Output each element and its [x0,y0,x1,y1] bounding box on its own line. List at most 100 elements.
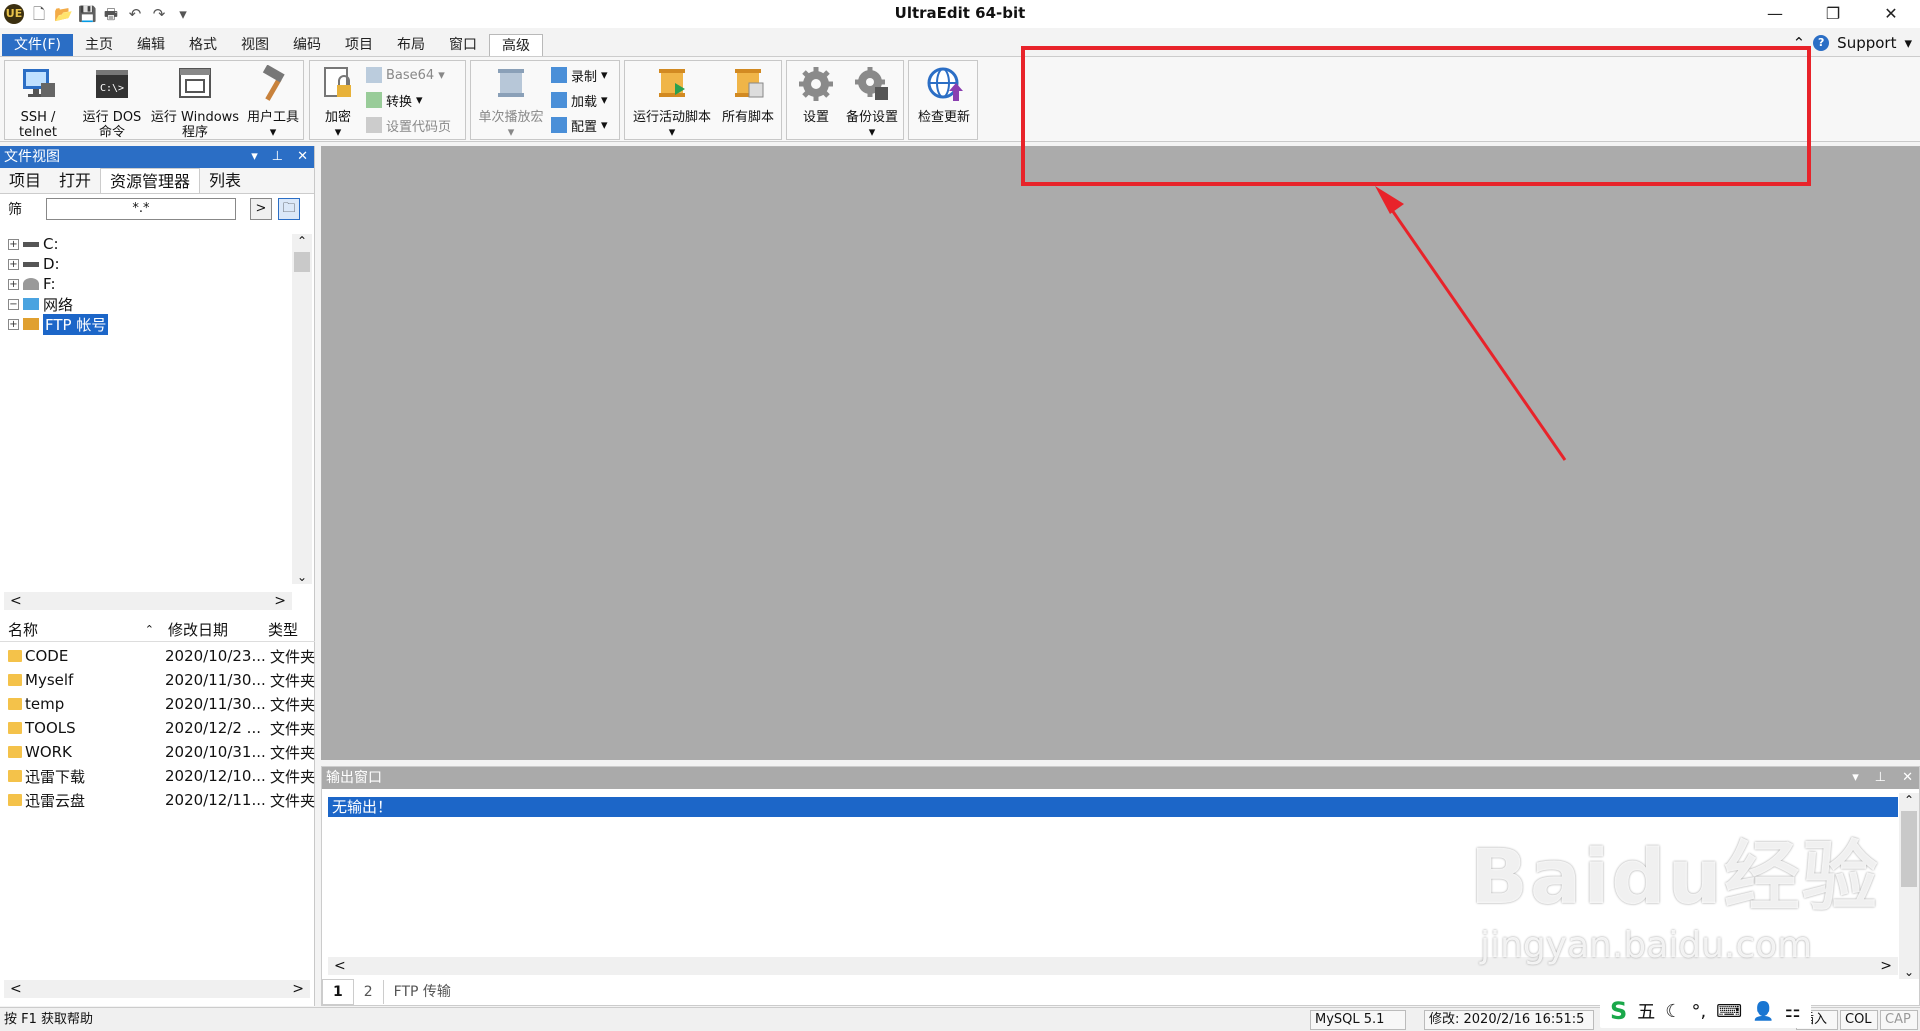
collapse-icon[interactable]: − [8,298,19,310]
tab-window[interactable]: 窗口 [437,34,489,56]
run-active-script-button[interactable]: 运行活动脚本 ▾ [629,65,715,140]
record-macro-button[interactable]: 录制 ▾ [551,64,608,86]
sogou-logo-icon[interactable]: S [1610,997,1627,1025]
scroll-left-icon[interactable]: < [10,980,22,998]
close-icon[interactable]: ✕ [1902,767,1913,789]
expand-icon[interactable]: + [8,278,19,290]
tab-file[interactable]: 文件(F) [2,34,73,56]
tab-home[interactable]: 主页 [73,34,125,56]
filter-input[interactable]: *.* [46,198,236,220]
tab-edit[interactable]: 编辑 [125,34,177,56]
config-macro-button[interactable]: 配置 ▾ [551,114,608,136]
output-tab-ftp[interactable]: FTP 传输 [382,980,461,1004]
browse-folder-icon[interactable]: 🗀 [278,198,300,220]
grid-icon[interactable]: ⚏ [1785,1001,1801,1022]
save-icon[interactable]: 💾 [78,5,97,23]
scroll-thumb[interactable] [1901,811,1917,887]
column-date[interactable]: 修改日期 [160,618,260,641]
print-icon[interactable]: 🖶 [102,5,120,23]
scroll-left-icon[interactable]: < [334,957,346,975]
close-button[interactable]: ✕ [1862,0,1920,28]
all-scripts-button[interactable]: 所有脚本 [717,65,779,125]
scroll-right-icon[interactable]: > [292,980,304,998]
punctuation-icon[interactable]: °, [1691,1001,1706,1022]
tree-horizontal-scrollbar[interactable]: < > [4,592,292,610]
pin-icon[interactable]: ⊥ [1875,767,1886,789]
user-icon[interactable]: 👤 [1752,1001,1774,1022]
list-item[interactable]: WORK 2020/10/31... 文件夹 [0,740,315,764]
tree-item-c[interactable]: + C: [8,234,108,254]
load-macro-button[interactable]: 加载 ▾ [551,89,608,111]
language-selector[interactable]: MySQL 5.1 [1310,1010,1406,1030]
expand-icon[interactable]: + [8,258,19,270]
backup-settings-button[interactable]: 备份设置 ▾ [841,65,903,140]
set-codepage-button[interactable]: 设置代码页 [366,114,451,136]
column-name[interactable]: 名称 ⌃ [0,618,160,641]
output-tab-2[interactable]: 2 [354,980,383,1004]
list-item[interactable]: temp 2020/11/30... 文件夹 [0,692,315,716]
scroll-down-icon[interactable]: ⌄ [1899,965,1919,979]
scroll-down-icon[interactable]: ⌄ [292,570,312,584]
encrypt-button[interactable]: 加密 ▾ [316,65,360,140]
scroll-up-icon[interactable]: ⌃ [292,234,312,248]
ssh-telnet-button[interactable]: SSH / telnet [13,65,63,140]
help-icon[interactable]: ? [1813,35,1830,51]
list-item[interactable]: Myself 2020/11/30... 文件夹 [0,668,315,692]
tab-list[interactable]: 列表 [200,168,250,193]
expand-icon[interactable]: + [8,318,19,330]
tree-vertical-scrollbar[interactable]: ⌃ ⌄ [292,234,312,584]
chevron-down-icon[interactable]: ▾ [1852,767,1859,789]
editor-area[interactable] [321,146,1920,760]
output-vertical-scrollbar[interactable]: ⌃ ⌄ [1899,793,1919,979]
close-icon[interactable]: ✕ [297,146,308,168]
files-horizontal-scrollbar[interactable]: < > [4,980,310,998]
support-menu[interactable]: Support [1837,34,1896,52]
column-type[interactable]: 类型 [260,618,315,641]
list-item[interactable]: 迅雷云盘 2020/12/11... 文件夹 [0,788,315,812]
tab-view[interactable]: 视图 [229,34,281,56]
convert-button[interactable]: 转换 ▾ [366,89,423,111]
tree-item-f[interactable]: + F: [8,274,108,294]
moon-icon[interactable]: ☾ [1665,1001,1681,1022]
column-mode[interactable]: COL [1840,1010,1878,1030]
tab-advanced[interactable]: 高级 [488,34,543,56]
tree-item-d[interactable]: + D: [8,254,108,274]
settings-button[interactable]: 设置 [791,65,841,125]
tab-project[interactable]: 项目 [333,34,385,56]
check-update-button[interactable]: 检查更新 [913,65,975,125]
play-macro-button[interactable]: 单次播放宏 ▾ [475,65,547,140]
open-folder-icon[interactable]: 📂 [54,5,73,23]
output-tab-1[interactable]: 1 [322,979,354,1005]
new-file-icon[interactable]: 🗋 [30,5,48,23]
redo-icon[interactable]: ↷ [150,5,168,23]
tree-item-ftp[interactable]: + FTP 帐号 [8,313,109,335]
base64-button[interactable]: Base64 ▾ [366,64,445,86]
list-item[interactable]: 迅雷下载 2020/12/10... 文件夹 [0,764,315,788]
scroll-right-icon[interactable]: > [274,592,286,610]
output-line[interactable]: 无输出！ [328,797,1898,817]
pin-icon[interactable]: ⊥ [272,146,283,168]
list-item[interactable]: CODE 2020/10/23... 文件夹 [0,644,315,668]
restore-button[interactable]: ❐ [1804,0,1862,28]
undo-icon[interactable]: ↶ [126,5,144,23]
app-logo-icon[interactable]: UE [4,4,24,24]
scroll-right-icon[interactable]: > [1880,957,1892,975]
chevron-down-icon[interactable]: ▾ [1904,34,1912,52]
minimize-button[interactable]: — [1746,0,1804,28]
scroll-thumb[interactable] [294,252,310,272]
scroll-up-icon[interactable]: ⌃ [1899,793,1919,807]
tab-explorer[interactable]: 资源管理器 [100,168,201,193]
chevron-down-icon[interactable]: ▾ [251,146,258,168]
ime-mode[interactable]: 五 [1637,998,1655,1024]
apply-filter-button[interactable]: > [250,198,272,220]
scroll-left-icon[interactable]: < [10,592,22,610]
keyboard-icon[interactable]: ⌨ [1716,1001,1742,1022]
expand-icon[interactable]: + [8,238,19,250]
tab-layout[interactable]: 布局 [385,34,437,56]
run-windows-button[interactable]: 运行 Windows 程序 [145,65,245,140]
tab-project[interactable]: 项目 [0,168,50,193]
output-horizontal-scrollbar[interactable]: < > [328,957,1898,975]
tab-open[interactable]: 打开 [50,168,100,193]
tree-item-network[interactable]: − 网络 [8,294,108,314]
customize-icon[interactable]: ▾ [174,5,192,23]
